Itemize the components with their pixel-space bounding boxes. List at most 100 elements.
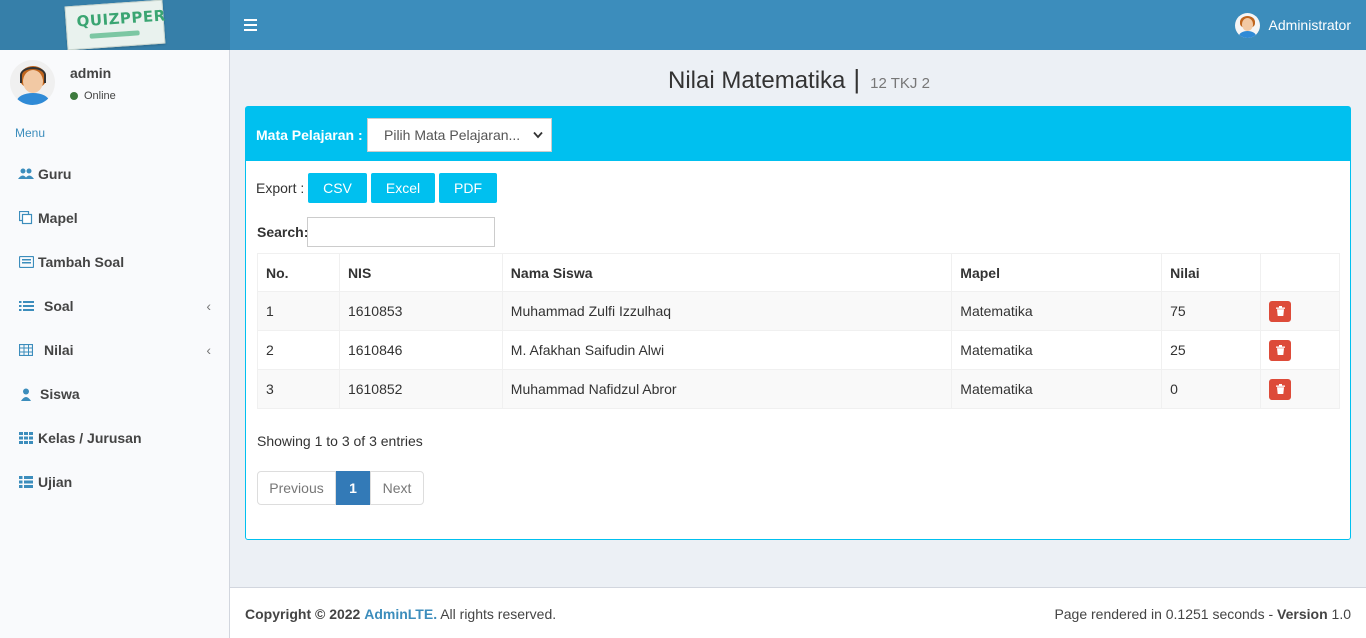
table-header-row: No. NIS Nama Siswa Mapel Nilai — [257, 253, 1340, 292]
render-time-text: Page rendered in 0.1251 seconds - — [1054, 606, 1278, 622]
users-icon — [18, 167, 34, 181]
user-icon — [18, 387, 34, 401]
cell-nis: 1610846 — [338, 330, 503, 370]
user-panel: admin Online — [10, 60, 220, 108]
user-menu[interactable]: Administrator — [1234, 12, 1351, 38]
sidebar-menu: Guru Mapel Tambah Soal Soal ‹ Nilai ‹ Si… — [0, 152, 229, 504]
sidebar-toggle-button[interactable] — [244, 16, 260, 34]
chevron-left-icon: ‹ — [206, 342, 211, 358]
cell-mapel: Matematika — [951, 291, 1163, 331]
column-header-mapel[interactable]: Mapel — [951, 253, 1163, 292]
table-row: 3 1610852 Muhammad Nafidzul Abror Matema… — [257, 369, 1340, 409]
pagination: Previous 1 Next — [257, 471, 424, 505]
pagination-previous-button[interactable]: Previous — [257, 471, 336, 505]
adminlte-link[interactable]: AdminLTE. — [364, 606, 437, 622]
sidebar-item-ujian[interactable]: Ujian — [0, 460, 229, 504]
user-menu-name: Administrator — [1268, 17, 1351, 33]
cell-mapel: Matematika — [951, 330, 1163, 370]
pagination-next-button[interactable]: Next — [370, 471, 424, 505]
online-dot-icon — [70, 92, 78, 100]
chevron-left-icon: ‹ — [206, 298, 211, 314]
hamburger-line — [244, 29, 257, 31]
sidebar-item-kelas-jurusan[interactable]: Kelas / Jurusan — [0, 416, 229, 460]
cell-action — [1260, 291, 1340, 331]
cell-mapel: Matematika — [951, 369, 1163, 409]
delete-button[interactable] — [1269, 378, 1292, 400]
page-title-separator: | — [853, 64, 861, 94]
sidebar-item-label: Soal — [44, 298, 74, 314]
cell-nilai: 75 — [1161, 291, 1262, 331]
user-status-label: Online — [84, 90, 116, 102]
th-list-icon — [18, 475, 34, 489]
list-icon — [18, 299, 34, 313]
export-label: Export : — [256, 180, 305, 196]
column-header-nama-siswa[interactable]: Nama Siswa — [501, 253, 953, 292]
cell-no: 3 — [257, 369, 340, 409]
copy-icon — [18, 211, 34, 225]
hamburger-line — [244, 24, 257, 26]
export-csv-button[interactable]: CSV — [308, 173, 367, 203]
chevron-down-icon — [533, 128, 543, 142]
sidebar-item-label: Mapel — [38, 210, 78, 226]
cell-nama-siswa: Muhammad Nafidzul Abror — [501, 369, 953, 409]
page-title-text: Nilai Matematika — [668, 67, 846, 94]
avatar — [1234, 12, 1260, 38]
cell-nis: 1610853 — [338, 291, 503, 331]
pagination-page-1[interactable]: 1 — [336, 471, 370, 505]
sidebar-item-siswa[interactable]: Siswa — [0, 372, 229, 416]
box-header: Mata Pelajaran : Pilih Mata Pelajaran... — [246, 107, 1350, 161]
page-title: Nilai Matematika | 12 TKJ 2 — [668, 64, 930, 95]
avatar — [10, 60, 55, 105]
keyboard-icon — [18, 255, 34, 269]
table-info: Showing 1 to 3 of 3 entries — [257, 433, 423, 449]
sidebar-item-soal[interactable]: Soal ‹ — [0, 284, 229, 328]
user-status: Online — [70, 90, 116, 102]
subject-select[interactable]: Pilih Mata Pelajaran... — [367, 118, 552, 152]
page-subtitle: 12 TKJ 2 — [870, 75, 930, 92]
sidebar-item-guru[interactable]: Guru — [0, 152, 229, 196]
export-pdf-button[interactable]: PDF — [439, 173, 497, 203]
sidebar-item-label: Tambah Soal — [38, 254, 125, 270]
delete-button[interactable] — [1269, 339, 1292, 361]
cell-nama-siswa: Muhammad Zulfi Izzulhaq — [501, 291, 953, 331]
cell-nis: 1610852 — [338, 369, 503, 409]
export-excel-button[interactable]: Excel — [371, 173, 435, 203]
sidebar-item-label: Kelas / Jurusan — [38, 430, 142, 446]
trash-icon — [1275, 384, 1285, 394]
logo-text: QUIZPPER — [76, 6, 167, 31]
sidebar-item-label: Guru — [38, 166, 72, 182]
sidebar-item-nilai[interactable]: Nilai ‹ — [0, 328, 229, 372]
sidebar-item-label: Nilai — [44, 342, 74, 358]
delete-button[interactable] — [1269, 300, 1292, 322]
sidebar-item-tambah-soal[interactable]: Tambah Soal — [0, 240, 229, 284]
menu-header: Menu — [15, 126, 46, 140]
quizpper-logo[interactable]: QUIZPPER — [64, 0, 167, 51]
sidebar: admin Online Menu Guru Mapel Tambah Soal — [0, 50, 230, 638]
cell-action — [1260, 330, 1340, 370]
search-label: Search: — [257, 224, 309, 240]
version-label: Version — [1277, 606, 1328, 622]
footer: Copyright © 2022 AdminLTE. All rights re… — [230, 587, 1366, 638]
sidebar-item-label: Siswa — [40, 386, 80, 402]
rights-text: All rights reserved. — [440, 606, 557, 622]
top-navbar: QUIZPPER Administrator — [0, 0, 1366, 51]
logo-tagline-graphic — [89, 30, 140, 39]
column-header-nilai[interactable]: Nilai — [1161, 253, 1262, 292]
subject-select-value: Pilih Mata Pelajaran... — [384, 127, 521, 143]
column-header-action — [1260, 253, 1340, 292]
grades-box: Mata Pelajaran : Pilih Mata Pelajaran...… — [245, 106, 1351, 540]
sidebar-item-label: Ujian — [38, 474, 73, 490]
subject-filter-label: Mata Pelajaran : — [256, 127, 363, 143]
footer-copyright: Copyright © 2022 AdminLTE. All rights re… — [245, 606, 556, 622]
footer-render-info: Page rendered in 0.1251 seconds - Versio… — [1054, 606, 1351, 622]
table-icon — [18, 343, 34, 357]
cell-no: 2 — [257, 330, 340, 370]
search-input[interactable] — [307, 217, 495, 247]
table-row: 2 1610846 M. Afakhan Saifudin Alwi Matem… — [257, 330, 1340, 370]
sidebar-item-mapel[interactable]: Mapel — [0, 196, 229, 240]
cell-no: 1 — [257, 291, 340, 331]
logo-area[interactable]: QUIZPPER — [0, 0, 230, 51]
column-header-no[interactable]: No. — [257, 253, 340, 292]
trash-icon — [1275, 306, 1285, 316]
column-header-nis[interactable]: NIS — [338, 253, 503, 292]
